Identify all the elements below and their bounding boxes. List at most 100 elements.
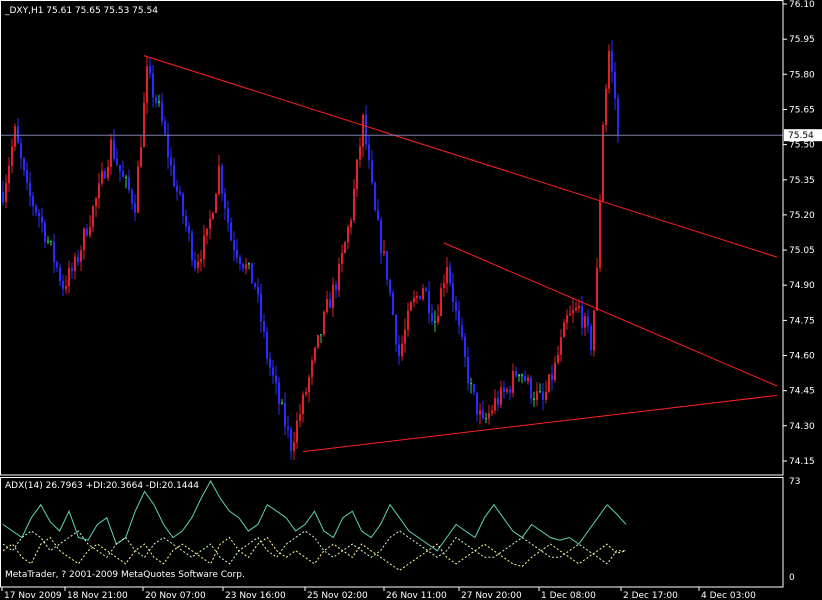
candle-body (542, 391, 544, 400)
candle-body (572, 310, 574, 314)
candle-body (332, 284, 334, 308)
copyright-text: MetaTrader, ? 2001-2009 MetaQuotes Softw… (5, 570, 245, 580)
candle-body (293, 442, 295, 451)
candle-body (362, 114, 364, 147)
time-tick-label: 25 Nov 02:00 (307, 591, 368, 600)
candle-body (197, 261, 199, 269)
candle-body (617, 98, 619, 136)
candle-body (371, 160, 373, 183)
candle-body (275, 375, 277, 383)
candle-body (11, 146, 13, 166)
candle-body (389, 279, 391, 293)
candle-body (221, 165, 223, 194)
candle-body (467, 356, 469, 384)
time-tick-label: 4 Dec 03:00 (701, 591, 756, 600)
candle-body (74, 257, 76, 271)
candle-body (308, 377, 310, 393)
candle-body (431, 313, 433, 322)
candle-body (41, 216, 43, 223)
candle-body (566, 315, 568, 323)
candle-body (515, 371, 517, 377)
candle-body (461, 325, 463, 337)
candle-body (95, 198, 97, 207)
candle-body (212, 213, 214, 219)
price-tick-label: 74.90 (789, 281, 815, 291)
candle-body (14, 126, 16, 147)
candle-body (8, 165, 10, 183)
candle-body (497, 398, 499, 405)
candle-body (383, 251, 385, 254)
price-tick-label: 75.05 (789, 246, 815, 256)
chart-header: _DXY,H1 75.61 75.65 75.53 75.54 (5, 6, 158, 16)
candle-body (479, 410, 481, 415)
candle-body (569, 313, 571, 316)
candle-body (509, 389, 511, 393)
candle-body (323, 312, 325, 335)
indicator-tick-label: 0 (789, 573, 795, 583)
price-tick-label: 75.20 (789, 211, 815, 221)
candle-body (110, 139, 112, 167)
candle-body (32, 195, 34, 206)
candle-body (173, 165, 175, 187)
candle-body (458, 310, 460, 326)
candle-body (320, 334, 322, 336)
candle-body (68, 268, 70, 287)
candle-body (71, 268, 73, 271)
candle-body (209, 218, 211, 229)
candle-body (119, 164, 121, 172)
candle-body (401, 343, 403, 357)
candle-body (527, 377, 529, 382)
candle-body (206, 228, 208, 236)
candle-body (176, 186, 178, 192)
candle-body (38, 212, 40, 217)
candle-body (602, 125, 604, 202)
candle-body (92, 206, 94, 227)
candle-body (203, 235, 205, 260)
candle-body (440, 288, 442, 317)
candle-body (551, 374, 553, 381)
candle-body (599, 201, 601, 268)
candle-body (377, 210, 379, 221)
candle-body (494, 398, 496, 411)
candle-body (344, 242, 346, 254)
candle-body (545, 391, 547, 400)
candle-body (290, 429, 292, 451)
candle-body (449, 267, 451, 284)
candle-body (161, 101, 163, 122)
candle-body (464, 336, 466, 357)
candle-body (410, 302, 412, 311)
candle-body (254, 283, 256, 288)
candle-body (608, 50, 610, 89)
price-tick-label: 75.35 (789, 176, 815, 186)
candle-body (263, 321, 265, 332)
candle-body (164, 121, 166, 134)
candle-body (302, 394, 304, 415)
candle-body (470, 383, 472, 385)
candle-body (218, 165, 220, 194)
chart-background (0, 0, 822, 600)
candle-body (5, 182, 7, 202)
candle-body (365, 114, 367, 145)
candle-body (233, 240, 235, 250)
candle-body (167, 134, 169, 158)
candle-body (35, 205, 37, 213)
candle-body (443, 283, 445, 288)
candle-body (47, 241, 49, 243)
candle-body (314, 347, 316, 361)
candle-body (215, 193, 217, 213)
candle-body (179, 191, 181, 194)
candle-body (455, 302, 457, 311)
candle-body (491, 410, 493, 414)
indicator-header: ADX(14) 26.7963 +DI:20.3664 -DI:20.1444 (5, 481, 199, 491)
candle-body (242, 263, 244, 269)
candle-body (563, 322, 565, 338)
time-tick-label: 1 Dec 08:00 (541, 591, 596, 600)
candle-body (416, 296, 418, 298)
candle-body (356, 159, 358, 189)
candle-body (224, 193, 226, 209)
candle-body (2, 191, 4, 202)
candle-body (17, 126, 19, 144)
price-tick-label: 76.10 (789, 0, 815, 10)
price-chart[interactable]: 76.10 75.95 75.80 75.65 75.50 75.35 75.20 75.05… (0, 0, 822, 600)
candle-body (611, 50, 613, 72)
